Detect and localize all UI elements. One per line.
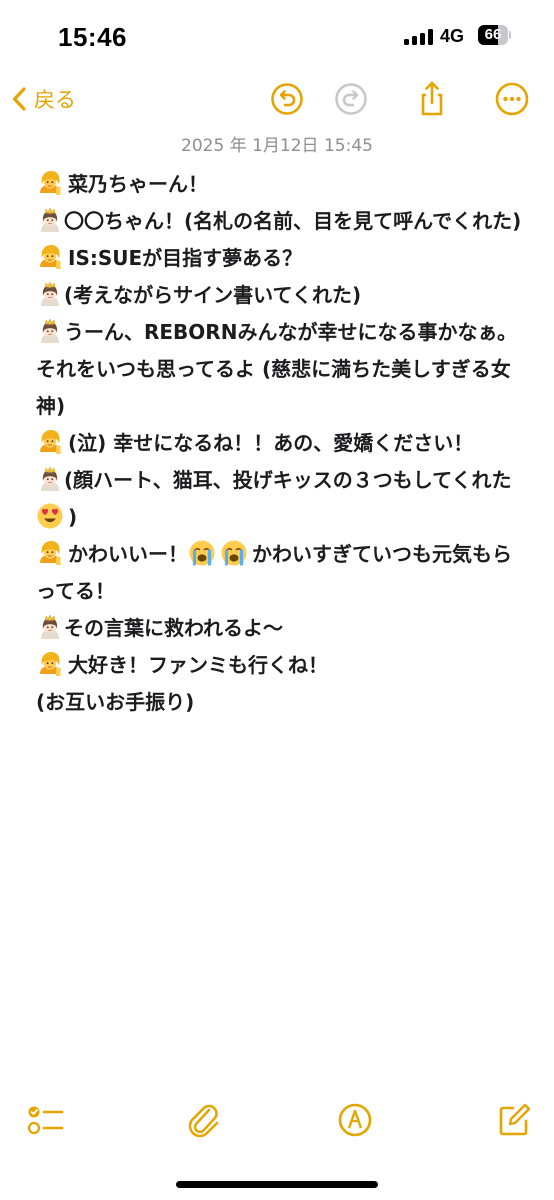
undo-icon[interactable] [267,79,307,119]
note-line: かわいいー！ かわいすぎていつも元気もらってる！ [36,536,526,610]
checklist-icon[interactable] [26,1100,66,1140]
cellular-signal-icon [404,29,434,45]
back-button[interactable]: 戻る [12,80,76,118]
note-line-text: その言葉に救われるよ〜 [64,616,283,640]
more-icon[interactable] [492,79,532,119]
princess-emoji [36,206,62,232]
crying-emoji [188,539,216,567]
home-indicator [176,1181,378,1188]
note-line-text: ) [68,505,78,529]
note-line: (泣) 幸せになるね！！あの、愛嬌ください！ [36,425,526,462]
tipping-hand-emoji [36,243,64,271]
status-bar: 15:46 4G 66 [0,0,554,72]
status-time: 15:46 [58,22,127,52]
tipping-hand-emoji [36,169,64,197]
note-line-text: うーん、REBORNみんなが幸せになる事かなぁ。それをいつも思ってるよ (慈悲に… [36,320,518,418]
note-line: (お互いお手振り) [36,684,526,721]
princess-emoji [36,317,62,343]
note-line: その言葉に救われるよ〜 [36,610,526,647]
note-line-text: 〇〇ちゃん！(名札の名前、目を見て呼んでくれた) [64,209,522,233]
note-line-text: (考えながらサイン書いてくれた) [64,283,362,307]
tipping-hand-emoji [36,428,64,456]
princess-emoji [36,465,62,491]
tipping-hand-emoji [36,539,64,567]
note-line: 大好き！ファンミも行くね！ [36,647,526,684]
note-line-text: 菜乃ちゃーん！ [68,172,208,196]
battery-icon: 66 [478,25,511,45]
markup-icon[interactable] [335,1100,375,1140]
note-line-text: かわいいー！ [68,542,188,566]
note-line-text: (顔ハート、猫耳、投げキッスの３つもしてくれた [64,468,512,492]
note-line: うーん、REBORNみんなが幸せになる事かなぁ。それをいつも思ってるよ (慈悲に… [36,314,526,425]
note-line: 〇〇ちゃん！(名札の名前、目を見て呼んでくれた) [36,203,526,240]
note-line-text: 大好き！ファンミも行くね！ [68,653,328,677]
crying-emoji [220,539,248,567]
note-line: 菜乃ちゃーん！ [36,166,526,203]
note-body[interactable]: 菜乃ちゃーん！ 〇〇ちゃん！(名札の名前、目を見て呼んでくれた) IS:SUEが目指… [36,166,526,721]
attachment-icon[interactable] [184,1100,224,1140]
heart-eyes-emoji [36,502,64,530]
note-line: (顔ハート、猫耳、投げキッスの３つもしてくれた) [36,462,526,536]
note-line-text: (お互いお手振り) [36,690,195,714]
princess-emoji [36,613,62,639]
back-label: 戻る [34,88,76,112]
note-line: IS:SUEが目指す夢ある？ [36,240,526,277]
note-line-text: IS:SUEが目指す夢ある？ [68,246,303,270]
network-type: 4G [440,26,465,46]
battery-level: 66 [484,26,502,43]
chevron-left-icon [12,87,26,111]
bottom-toolbar [0,1094,554,1146]
compose-icon[interactable] [494,1100,534,1140]
tipping-hand-emoji [36,650,64,678]
nav-bar: 戻る [0,76,554,122]
note-line: (考えながらサイン書いてくれた) [36,277,526,314]
redo-icon[interactable] [331,79,371,119]
note-line-text: (泣) 幸せになるね！！あの、愛嬌ください！ [68,431,474,455]
note-timestamp: 2025 年 1月12日 15:45 [181,136,373,156]
princess-emoji [36,280,62,306]
share-icon[interactable] [412,79,452,119]
